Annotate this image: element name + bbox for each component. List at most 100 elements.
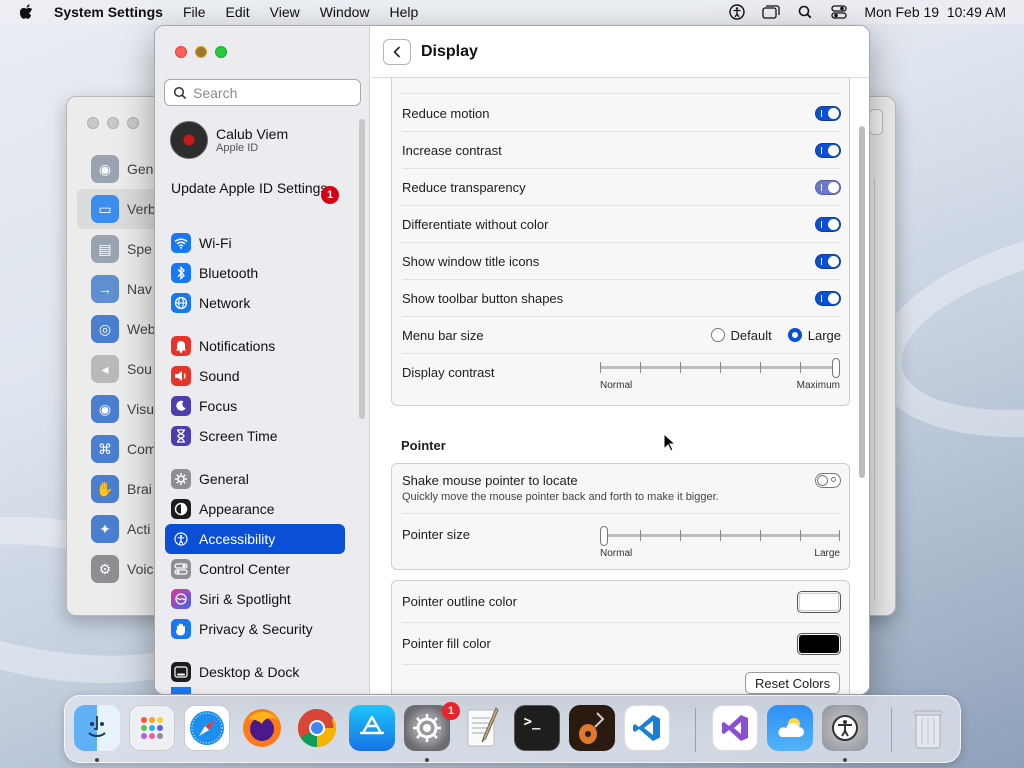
siri-icon bbox=[171, 589, 191, 609]
back-button[interactable] bbox=[383, 38, 411, 65]
reset-colors-button[interactable]: Reset Colors bbox=[745, 672, 841, 694]
menu-bar-size-row: Menu bar size Default Large bbox=[402, 317, 841, 354]
apple-id-profile[interactable]: Calub Viem Apple ID bbox=[170, 121, 288, 159]
terminal-icon[interactable]: >_ bbox=[514, 705, 560, 751]
launchpad-icon[interactable] bbox=[129, 705, 175, 751]
sidebar-item-wifi[interactable]: Wi-Fi bbox=[165, 228, 345, 258]
chrome-icon[interactable] bbox=[294, 705, 340, 751]
sidebar-item-notifications[interactable]: Notifications bbox=[165, 331, 345, 361]
bg-item-label: Web bbox=[127, 321, 156, 337]
sidebar-scrollbar[interactable] bbox=[359, 119, 365, 419]
spotlight-search-icon[interactable] bbox=[796, 4, 814, 20]
sidebar-item-accessibility[interactable]: Accessibility bbox=[165, 524, 345, 554]
sidebar-item-general[interactable]: General bbox=[165, 464, 345, 494]
slider-min-label: Normal bbox=[600, 548, 633, 559]
page-title: Display bbox=[421, 42, 478, 60]
textedit-icon[interactable] bbox=[459, 705, 505, 751]
finder-icon[interactable] bbox=[74, 705, 120, 751]
garageband-icon[interactable] bbox=[569, 705, 615, 751]
menu-edit[interactable]: Edit bbox=[226, 4, 250, 20]
pointer-colors-group: Pointer outline color Pointer fill color… bbox=[391, 580, 850, 694]
display-contrast-slider[interactable]: Normal Maximum bbox=[600, 358, 840, 391]
slider-thumb[interactable] bbox=[832, 358, 840, 378]
trash-icon[interactable] bbox=[905, 705, 951, 751]
background-window-button bbox=[869, 109, 883, 135]
search-input[interactable]: Search bbox=[164, 79, 361, 106]
bg-item-visu: ◉ Visu bbox=[77, 389, 157, 429]
sidebar-item-focus[interactable]: Focus bbox=[165, 391, 345, 421]
show-window-title-icons-toggle[interactable] bbox=[815, 253, 841, 269]
safari-icon[interactable] bbox=[184, 705, 230, 751]
bg-item-spe: ▤ Spe bbox=[77, 229, 157, 269]
update-apple-id-item[interactable]: Update Apple ID Settings bbox=[171, 180, 341, 196]
pointer-section-title: Pointer bbox=[401, 438, 446, 453]
reduce-transparency-toggle[interactable] bbox=[815, 179, 841, 195]
sidebar-item-privacy[interactable]: Privacy & Security bbox=[165, 614, 345, 644]
content-header: Display bbox=[371, 26, 869, 78]
close-button[interactable] bbox=[175, 46, 187, 58]
app-store-icon[interactable] bbox=[349, 705, 395, 751]
pointer-outline-color-row: Pointer outline color bbox=[402, 581, 841, 623]
show-window-title-icons-row: Show window title icons bbox=[402, 243, 841, 280]
increase-contrast-toggle[interactable] bbox=[815, 142, 841, 158]
appearance-icon bbox=[171, 499, 191, 519]
sidebar-item-label: Control Center bbox=[199, 561, 291, 577]
show-toolbar-button-shapes-toggle[interactable] bbox=[815, 290, 841, 306]
sidebar-item-appearance[interactable]: Appearance bbox=[165, 494, 345, 524]
sidebar-item-bluetooth[interactable]: Bluetooth bbox=[165, 258, 345, 288]
control-center-icon[interactable] bbox=[830, 4, 848, 20]
gear-icon bbox=[171, 469, 191, 489]
setting-label: Differentiate without color bbox=[402, 216, 549, 232]
setting-label: Menu bar size bbox=[402, 327, 484, 343]
vscode-icon[interactable] bbox=[624, 705, 670, 751]
sidebar-item-screen-time[interactable]: Screen Time bbox=[165, 421, 345, 451]
hourglass-icon bbox=[171, 426, 191, 446]
window-status-icon[interactable] bbox=[762, 4, 781, 20]
radio-label: Large bbox=[807, 327, 841, 343]
reduce-motion-toggle[interactable] bbox=[815, 105, 841, 121]
pointer-size-slider[interactable]: Normal Large bbox=[600, 526, 840, 559]
sidebar-item-control-center[interactable]: Control Center bbox=[165, 554, 345, 584]
menu-file[interactable]: File bbox=[183, 4, 206, 20]
bg-item-com: ⌘ Com bbox=[77, 429, 157, 469]
bluetooth-icon bbox=[171, 263, 191, 283]
bg-item-sou: ◂ Sou bbox=[77, 349, 157, 389]
accessibility-status-icon[interactable] bbox=[728, 4, 746, 20]
displays-icon bbox=[171, 687, 191, 694]
apple-menu-icon[interactable] bbox=[18, 3, 36, 21]
visual-studio-icon[interactable] bbox=[712, 705, 758, 751]
sidebar: Search Calub Viem Apple ID Update Apple … bbox=[155, 26, 370, 694]
dock-badge: 1 bbox=[442, 702, 460, 720]
bg-item-label: Brai bbox=[127, 481, 152, 497]
accessibility-inspector-icon[interactable] bbox=[822, 705, 868, 751]
fill-color-well[interactable] bbox=[797, 632, 841, 655]
outline-color-well[interactable] bbox=[797, 590, 841, 613]
increase-contrast-row: Increase contrast bbox=[402, 132, 841, 169]
menu-view[interactable]: View bbox=[270, 4, 300, 20]
sidebar-item-desktop-dock[interactable]: Desktop & Dock bbox=[165, 657, 345, 687]
firefox-icon[interactable] bbox=[239, 705, 285, 751]
minimize-button[interactable] bbox=[195, 46, 207, 58]
menu-clock[interactable]: Mon Feb 19 10:49 AM bbox=[864, 4, 1006, 20]
zoom-button[interactable] bbox=[215, 46, 227, 58]
menu-window[interactable]: Window bbox=[320, 4, 370, 20]
menu-help[interactable]: Help bbox=[390, 4, 419, 20]
sidebar-item-sound[interactable]: Sound bbox=[165, 361, 345, 391]
differentiate-without-color-toggle[interactable] bbox=[815, 216, 841, 232]
accessibility-icon bbox=[171, 529, 191, 549]
menu-bar-size-large-radio[interactable]: Large bbox=[787, 327, 841, 343]
dock-separator bbox=[891, 708, 892, 752]
sidebar-item-label: Bluetooth bbox=[199, 265, 259, 281]
profile-subtitle: Apple ID bbox=[216, 142, 259, 154]
content-scrollbar[interactable] bbox=[859, 126, 865, 478]
weather-icon[interactable] bbox=[767, 705, 813, 751]
sidebar-item-label: Sound bbox=[199, 368, 240, 384]
sidebar-item-network[interactable]: Network bbox=[165, 288, 345, 318]
menu-app-name[interactable]: System Settings bbox=[54, 4, 163, 20]
radio-button-selected bbox=[787, 328, 802, 342]
shake-pointer-toggle[interactable] bbox=[815, 473, 841, 488]
bg-item-gen: ◉ Gen bbox=[77, 149, 157, 189]
menu-bar-size-default-radio[interactable]: Default bbox=[710, 328, 772, 343]
slider-thumb[interactable] bbox=[600, 526, 608, 546]
sidebar-item-siri[interactable]: Siri & Spotlight bbox=[165, 584, 345, 614]
